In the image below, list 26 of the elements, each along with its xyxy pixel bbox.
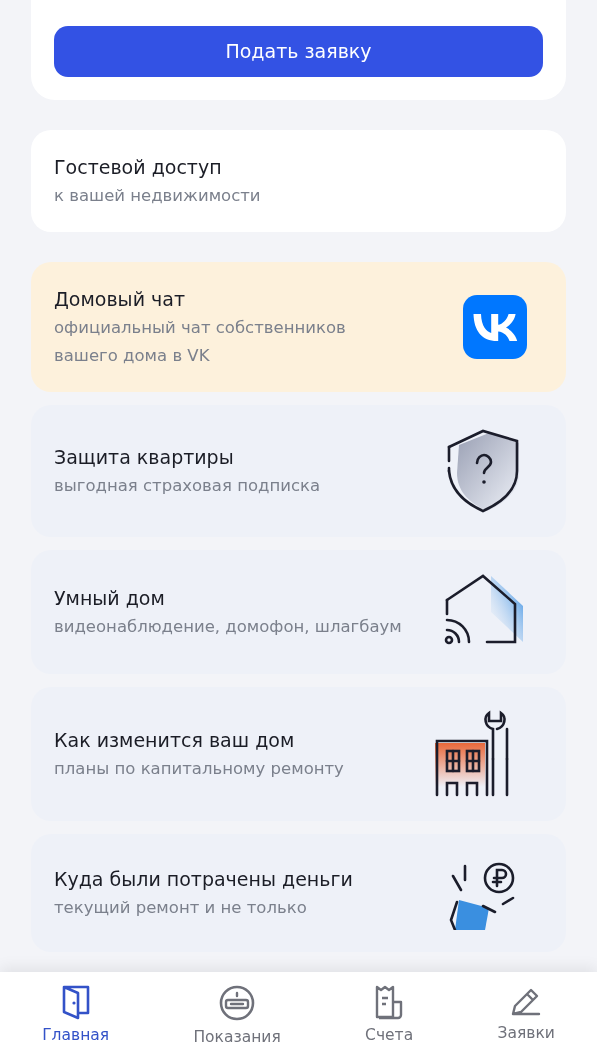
card-subtitle: к вашей недвижимости xyxy=(54,185,261,207)
tab-button[interactable]: Счета xyxy=(357,984,422,1048)
card-title: Умный дом xyxy=(54,586,166,611)
vk-logo-icon xyxy=(463,295,527,359)
info-card[interactable]: Как изменится ваш дом планы по капитальному ремонту xyxy=(31,687,566,821)
card-subtitle: видеонаблюдение, домофон, шлагбаум xyxy=(54,616,402,638)
info-card[interactable]: Гостевой доступ к вашей недвижимости xyxy=(31,130,566,232)
door-icon xyxy=(60,984,91,1020)
card-title: Как изменится ваш дом xyxy=(54,728,296,753)
meter-icon xyxy=(218,984,257,1022)
info-card[interactable]: Умный дом видеонаблюдение, домофон, шлагбаум xyxy=(31,550,566,674)
tab-button[interactable]: Главная xyxy=(34,984,118,1048)
info-card[interactable]: Домовый чат официальный чат собственников вашего дома в VK xyxy=(31,262,566,392)
apply-button[interactable]: Подать заявку xyxy=(54,26,543,77)
card-subtitle: выгодная страховая подписка xyxy=(54,475,321,497)
card-subtitle: планы по капитальному ремонту xyxy=(54,758,344,780)
tab-button[interactable]: Заявки xyxy=(489,984,563,1046)
info-card[interactable]: Куда были потрачены деньги текущий ремонт и не только xyxy=(31,834,566,952)
card-title: Защита квартиры xyxy=(54,445,235,470)
card-subtitle: текущий ремонт и не только xyxy=(54,897,308,919)
card-title: Гостевой доступ xyxy=(54,155,223,180)
card-title: Куда были потрачены деньги xyxy=(54,867,353,892)
card-title: Домовый чат xyxy=(54,287,186,312)
tab-button[interactable]: Показания xyxy=(185,984,289,1050)
card-subtitle: официальный чат собственников вашего дома в VK xyxy=(54,317,347,367)
info-card[interactable]: Защита квартиры выгодная страховая подписка xyxy=(31,405,566,537)
